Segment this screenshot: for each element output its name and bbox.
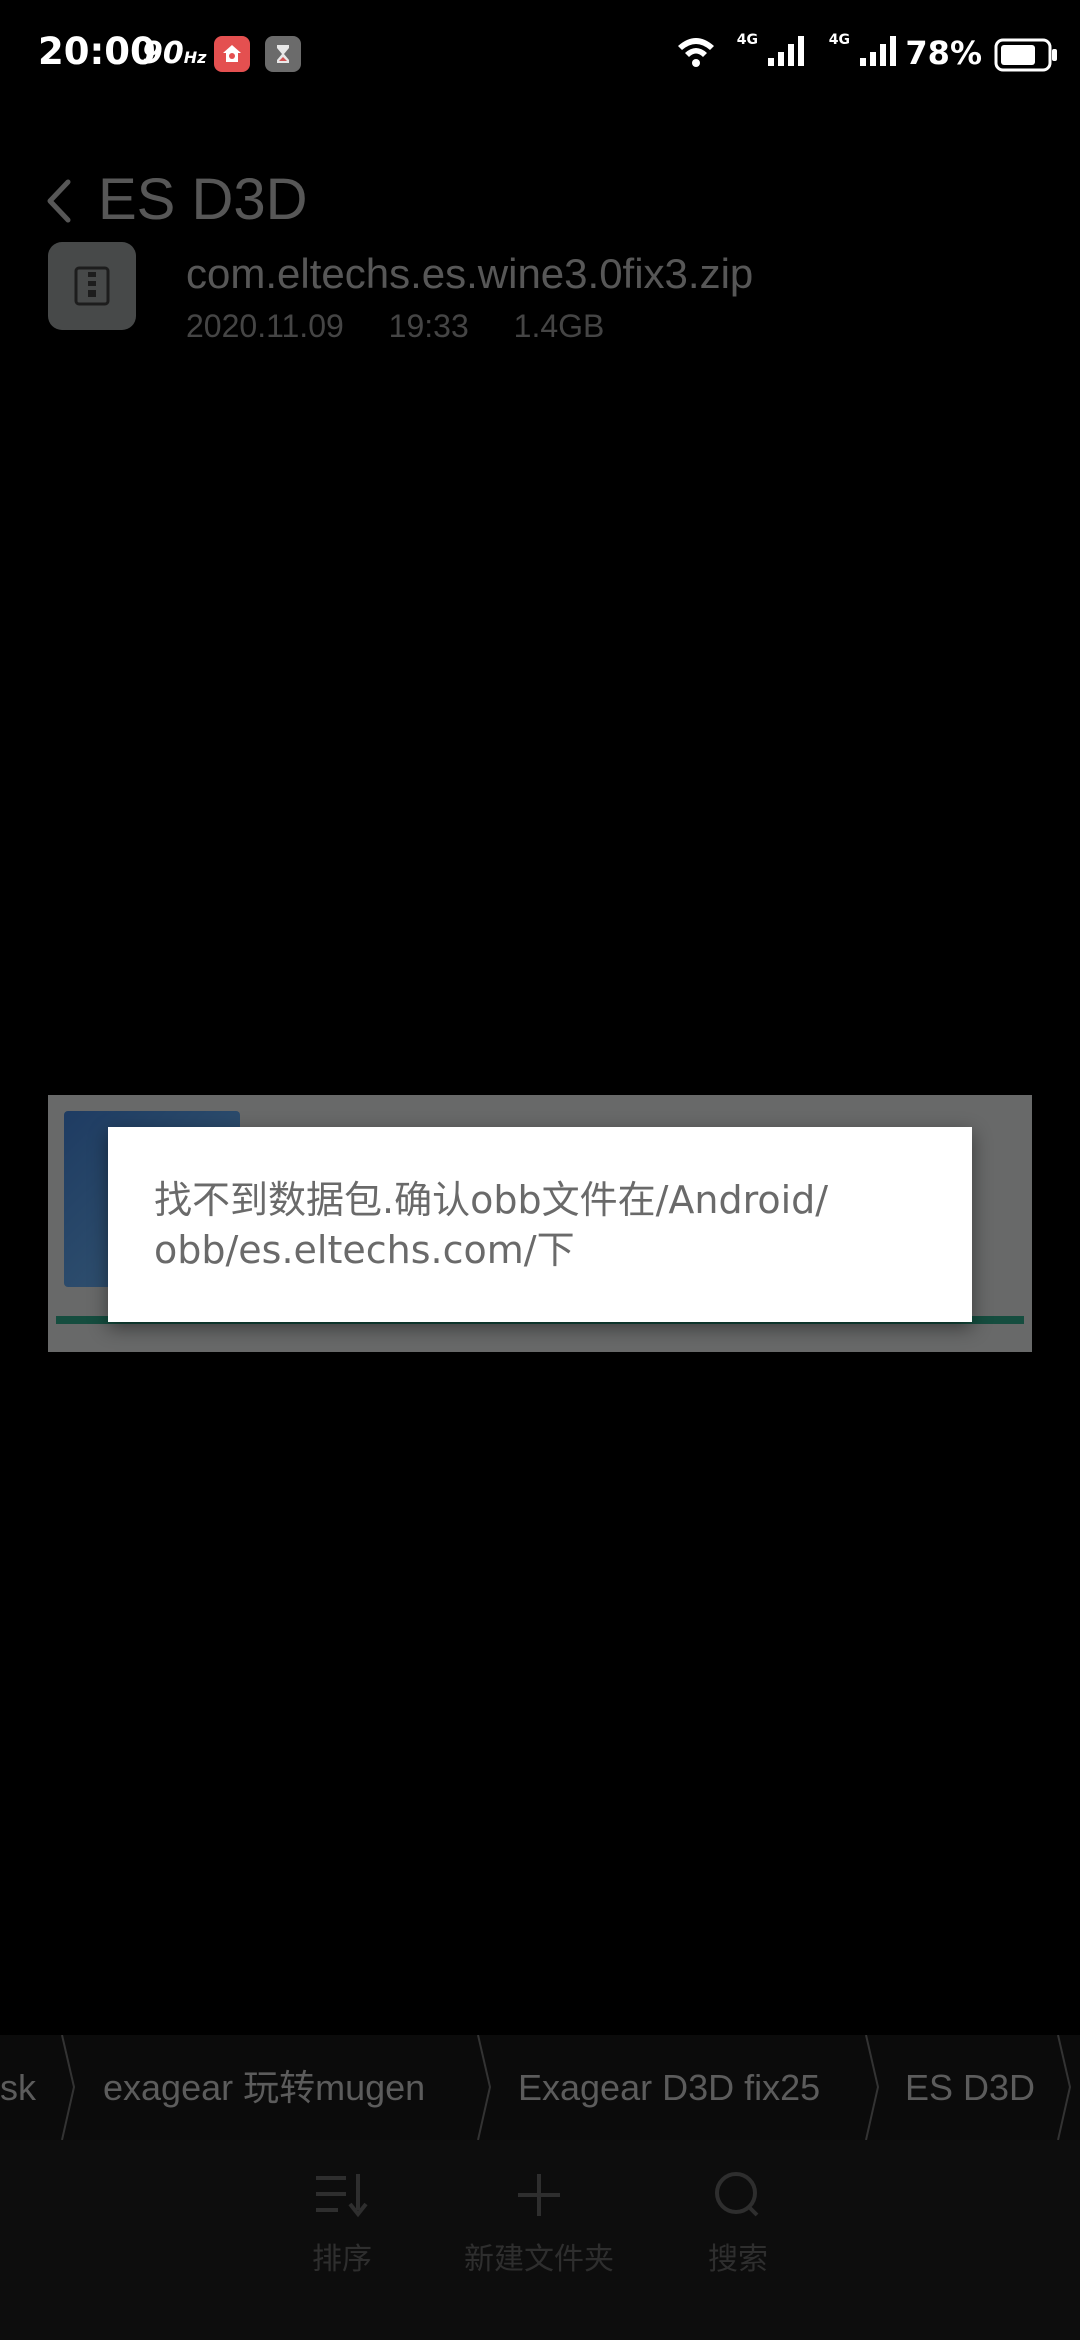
signal-strength-icon-1 bbox=[766, 34, 806, 72]
battery-icon bbox=[994, 38, 1058, 76]
breadcrumb-item-exagear-mugen[interactable]: exagear 玩转mugen bbox=[103, 2035, 425, 2140]
breadcrumb-item-sk[interactable]: sk bbox=[0, 2035, 36, 2140]
breadcrumb-separator-icon bbox=[862, 2035, 882, 2140]
battery-percentage: 78% bbox=[905, 34, 982, 72]
plus-icon bbox=[518, 2174, 560, 2216]
page-title: ES D3D bbox=[98, 167, 308, 232]
file-size: 1.4GB bbox=[513, 308, 605, 344]
file-meta: 2020.11.09 19:33 1.4GB bbox=[186, 308, 640, 345]
error-dialog: 找不到数据包.确认obb文件在/Android/ obb/es.eltechs.… bbox=[108, 1127, 972, 1322]
dialog-message: 找不到数据包.确认obb文件在/Android/ obb/es.eltechs.… bbox=[154, 1178, 829, 1272]
file-date: 2020.11.09 bbox=[186, 308, 344, 344]
refresh-rate-value: 90 bbox=[142, 36, 184, 71]
sort-button[interactable]: 排序 bbox=[282, 2170, 402, 2320]
sort-label: 排序 bbox=[312, 2242, 372, 2277]
breadcrumb-separator-icon bbox=[58, 2035, 78, 2140]
network-type-1: 4G bbox=[736, 32, 758, 48]
network-type-2: 4G bbox=[828, 32, 850, 48]
breadcrumb-separator-icon bbox=[474, 2035, 494, 2140]
refresh-rate-indicator: 90Hz bbox=[142, 36, 206, 71]
breadcrumb-item-es-d3d[interactable]: ES D3D bbox=[905, 2035, 1035, 2140]
breadcrumb: sk exagear 玩转mugen Exagear D3D fix25 ES … bbox=[0, 2035, 1080, 2140]
file-time: 19:33 bbox=[388, 308, 469, 344]
new-folder-label: 新建文件夹 bbox=[464, 2242, 614, 2277]
refresh-rate-unit: Hz bbox=[183, 48, 207, 67]
home-app-notification-icon bbox=[214, 36, 250, 72]
hourglass-notification-icon bbox=[265, 36, 301, 72]
status-bar: 20:00 90Hz 4G 4G 78% bbox=[0, 0, 1080, 110]
wifi-icon bbox=[676, 36, 716, 72]
search-button[interactable]: 搜索 bbox=[678, 2170, 798, 2320]
search-icon bbox=[715, 2172, 759, 2217]
breadcrumb-separator-icon bbox=[1054, 2035, 1074, 2140]
new-folder-button[interactable]: 新建文件夹 bbox=[454, 2170, 624, 2320]
status-time: 20:00 bbox=[38, 30, 156, 73]
status-indicators: 4G 4G 78% bbox=[638, 30, 1058, 80]
bottom-toolbar: 排序 新建文件夹 搜索 bbox=[0, 2140, 1080, 2340]
breadcrumb-item-exagear-d3d-fix25[interactable]: Exagear D3D fix25 bbox=[518, 2035, 820, 2140]
signal-strength-icon-2 bbox=[858, 34, 898, 72]
sort-icon bbox=[316, 2174, 368, 2218]
zip-file-icon bbox=[48, 242, 136, 330]
back-arrow-icon[interactable] bbox=[44, 178, 74, 228]
search-label: 搜索 bbox=[708, 2242, 768, 2277]
file-name[interactable]: com.eltechs.es.wine3.0fix3.zip bbox=[186, 250, 753, 298]
